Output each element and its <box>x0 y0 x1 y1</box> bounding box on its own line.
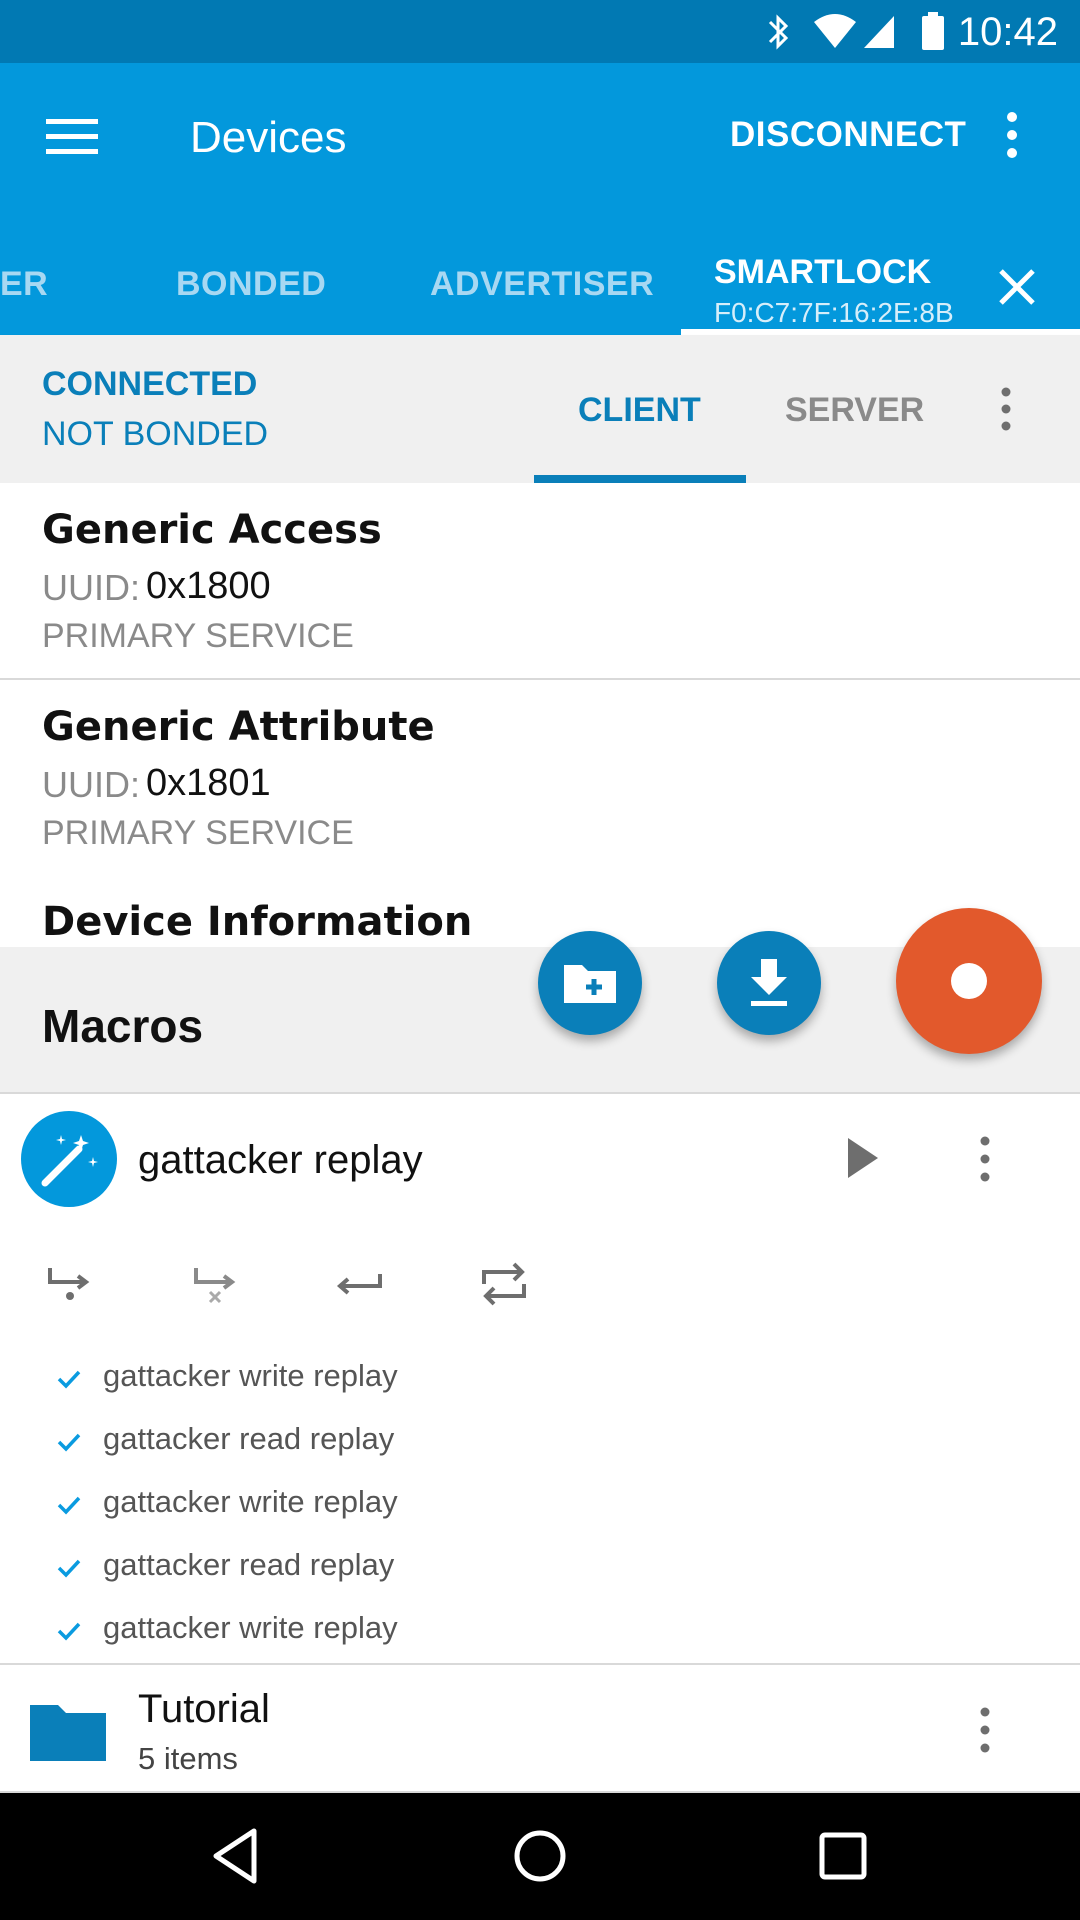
tab-server[interactable]: SERVER <box>785 391 924 430</box>
overflow-menu-icon[interactable] <box>974 1136 996 1182</box>
check-icon <box>57 1370 81 1389</box>
macro-item[interactable]: gattacker replay <box>0 1094 1080 1222</box>
disconnect-button[interactable]: DISCONNECT <box>730 115 966 155</box>
check-icon <box>57 1433 81 1452</box>
overflow-menu-icon[interactable] <box>1000 111 1024 159</box>
back-icon[interactable] <box>202 1821 272 1891</box>
clock: 10:42 <box>957 10 1058 54</box>
recents-icon[interactable] <box>808 1821 878 1891</box>
return-icon[interactable] <box>330 1254 390 1314</box>
download-icon <box>751 959 787 1006</box>
macro-step: gattacker read replay <box>0 1413 1080 1476</box>
macro-step: gattacker write replay <box>0 1602 1080 1665</box>
record-button[interactable] <box>896 908 1042 1054</box>
folder-name: Tutorial <box>138 1687 270 1731</box>
notify-icon[interactable] <box>40 1254 100 1314</box>
check-icon <box>57 1496 81 1515</box>
connection-state: CONNECTED <box>42 365 258 403</box>
check-icon <box>57 1622 81 1641</box>
service-item[interactable]: Generic Attribute UUID: 0x1801 PRIMARY S… <box>0 680 1080 877</box>
macros-title: Macros <box>42 1000 204 1052</box>
tab-device-name: SMARTLOCK <box>714 253 932 291</box>
service-name: Generic Access <box>42 507 382 553</box>
step-label: gattacker write replay <box>103 1358 398 1393</box>
service-item[interactable]: Generic Access UUID: 0x1800 PRIMARY SERV… <box>0 483 1080 680</box>
macro-avatar <box>21 1111 117 1207</box>
tab-client[interactable]: CLIENT <box>578 391 701 430</box>
tab-smartlock[interactable]: SMARTLOCK F0:C7:7F:16:2E:8B <box>681 233 1080 335</box>
folder-item[interactable]: Tutorial 5 items <box>0 1663 1080 1793</box>
status-bar: 10:42 <box>0 0 1080 63</box>
uuid-label: UUID: <box>42 567 140 608</box>
folder-icon <box>30 1705 106 1761</box>
notify-disabled-icon[interactable] <box>186 1254 246 1314</box>
bond-state: NOT BONDED <box>42 415 269 453</box>
service-name: Device Information <box>42 899 473 945</box>
record-icon <box>951 963 987 999</box>
macro-steps: gattacker write replay gattacker read re… <box>0 1350 1080 1665</box>
macro-step: gattacker read replay <box>0 1539 1080 1602</box>
uuid-label: UUID: <box>42 764 140 805</box>
tab-bonded[interactable]: BONDED <box>176 265 326 304</box>
create-folder-icon <box>564 965 616 1003</box>
battery-icon <box>922 12 944 50</box>
macro-name: gattacker replay <box>138 1138 423 1182</box>
service-type: PRIMARY SERVICE <box>42 617 354 655</box>
device-tabs: ER BONDED ADVERTISER SMARTLOCK F0:C7:7F:… <box>0 233 1080 335</box>
service-type: PRIMARY SERVICE <box>42 814 354 852</box>
macro-step: gattacker write replay <box>0 1350 1080 1413</box>
wifi-icon <box>814 14 856 48</box>
bluetooth-icon <box>768 14 789 50</box>
service-uuid: 0x1800 <box>146 565 271 607</box>
step-label: gattacker read replay <box>103 1421 395 1456</box>
folder-item-count: 5 items <box>138 1741 238 1776</box>
step-label: gattacker write replay <box>103 1484 398 1519</box>
overflow-menu-icon[interactable] <box>974 1707 996 1753</box>
repeat-icon[interactable] <box>474 1254 534 1314</box>
home-icon[interactable] <box>505 1821 575 1891</box>
signal-icon <box>864 16 894 48</box>
system-nav-bar <box>0 1793 1080 1920</box>
connection-header: CONNECTED NOT BONDED CLIENT SERVER <box>0 335 1080 483</box>
step-label: gattacker read replay <box>103 1547 395 1582</box>
page-title: Devices <box>190 113 347 162</box>
new-folder-button[interactable] <box>538 931 642 1035</box>
tab-device-address: F0:C7:7F:16:2E:8B <box>714 297 954 328</box>
app-bar: Devices DISCONNECT ER BONDED ADVERTISER … <box>0 63 1080 335</box>
service-uuid: 0x1801 <box>146 762 271 804</box>
magic-wand-icon <box>41 1135 98 1187</box>
service-name: Generic Attribute <box>42 704 435 750</box>
tab-advertiser[interactable]: ADVERTISER <box>430 265 654 304</box>
step-label: gattacker write replay <box>103 1610 398 1645</box>
hamburger-menu-icon[interactable] <box>46 117 98 157</box>
check-icon <box>57 1559 81 1578</box>
close-icon[interactable] <box>997 267 1037 307</box>
play-icon[interactable] <box>844 1136 880 1180</box>
tab-scanner[interactable]: ER <box>0 265 48 304</box>
macro-actions <box>0 1250 1080 1320</box>
import-button[interactable] <box>717 931 821 1035</box>
overflow-menu-icon[interactable] <box>996 387 1016 431</box>
client-tab-indicator <box>534 475 746 483</box>
macro-step: gattacker write replay <box>0 1476 1080 1539</box>
